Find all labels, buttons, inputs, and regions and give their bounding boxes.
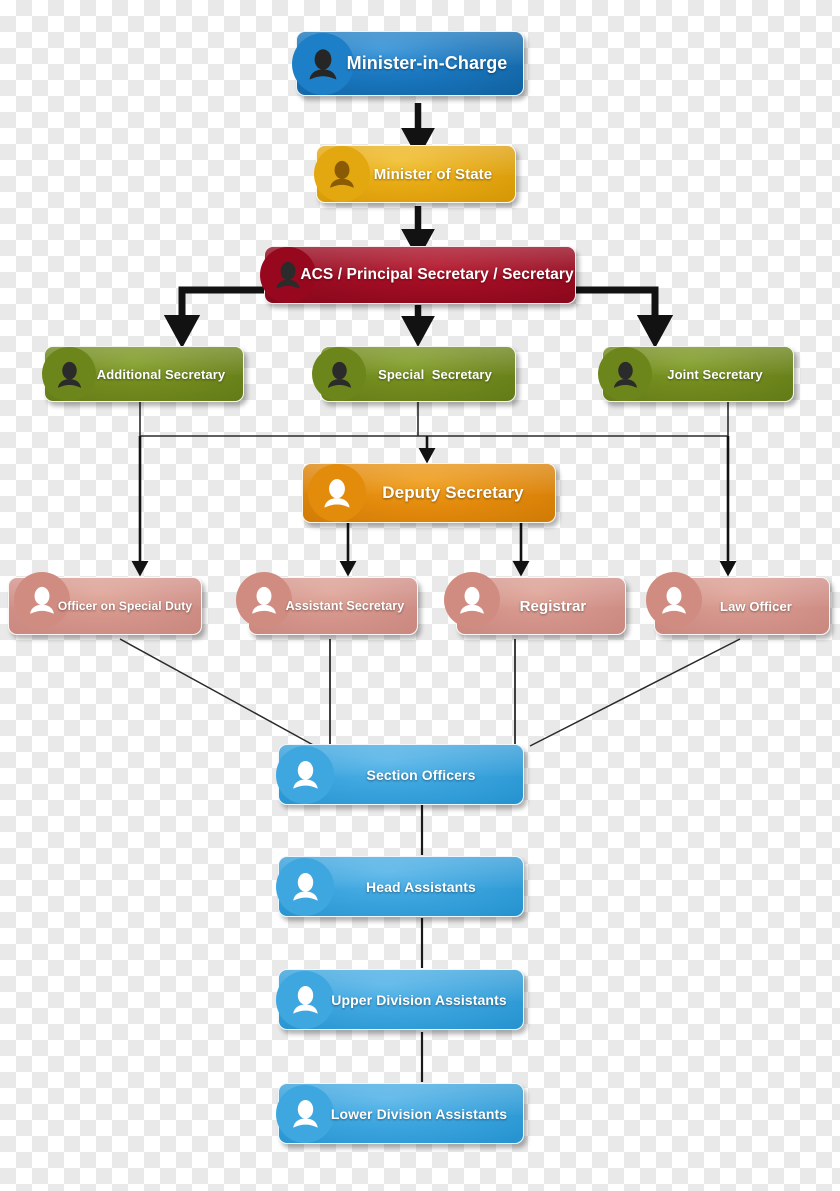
node-law-officer[interactable]: Law Officer [646,572,830,635]
node-special-secretary[interactable]: Special Secretary [312,346,516,402]
node-label-upper-division-assistants: Upper Division Assistants [331,991,507,1008]
node-label-section-officers: Section Officers [366,766,476,783]
connector-officer-on-special-duty-to-section-officers [119,638,316,747]
node-lower-division-assistants[interactable]: Lower Division Assistants [276,1083,524,1144]
node-minister-of-state[interactable]: Minister of State [314,145,516,203]
node-label-officer-on-special-duty: Officer on Special Duty [57,599,193,613]
node-label-head-assistants: Head Assistants [366,878,476,895]
node-acs-principal-secretary[interactable]: ACS / Principal Secretary / Secretary [260,246,576,304]
node-officer-on-special-duty[interactable]: Officer on Special Duty [8,572,202,635]
node-label-special-secretary: Special Secretary [378,366,492,382]
node-label-additional-secretary: Additional Secretary [96,366,226,382]
node-minister-in-charge[interactable]: Minister-in-Charge [292,31,524,96]
node-additional-secretary[interactable]: Additional Secretary [42,346,244,402]
node-label-joint-secretary: Joint Secretary [667,366,763,382]
connector-acs-to-joint-secretary [573,286,674,349]
node-label-minister-of-state: Minister of State [373,165,493,183]
node-registrar[interactable]: Registrar [444,572,626,635]
connector-law-officer-to-section-officers [529,638,741,747]
node-label-law-officer: Law Officer [720,598,792,614]
node-label-deputy-secretary: Deputy Secretary [382,483,524,502]
org-chart: Minister-in-Charge Minister of State ACS… [0,0,840,1191]
node-section-officers[interactable]: Section Officers [276,744,524,805]
node-label-assistant-secretary: Assistant Secretary [285,599,405,613]
node-label-lower-division-assistants: Lower Division Assistants [330,1105,508,1122]
node-label-minister-in-charge: Minister-in-Charge [346,53,508,73]
node-head-assistants[interactable]: Head Assistants [276,856,524,917]
node-deputy-secretary[interactable]: Deputy Secretary [302,463,556,523]
node-upper-division-assistants[interactable]: Upper Division Assistants [276,969,524,1030]
node-label-acs-principal-secretary: ACS / Principal Secretary / Secretary [300,266,574,283]
node-label-registrar: Registrar [519,597,587,615]
node-assistant-secretary[interactable]: Assistant Secretary [236,572,418,635]
node-joint-secretary[interactable]: Joint Secretary [598,346,794,402]
